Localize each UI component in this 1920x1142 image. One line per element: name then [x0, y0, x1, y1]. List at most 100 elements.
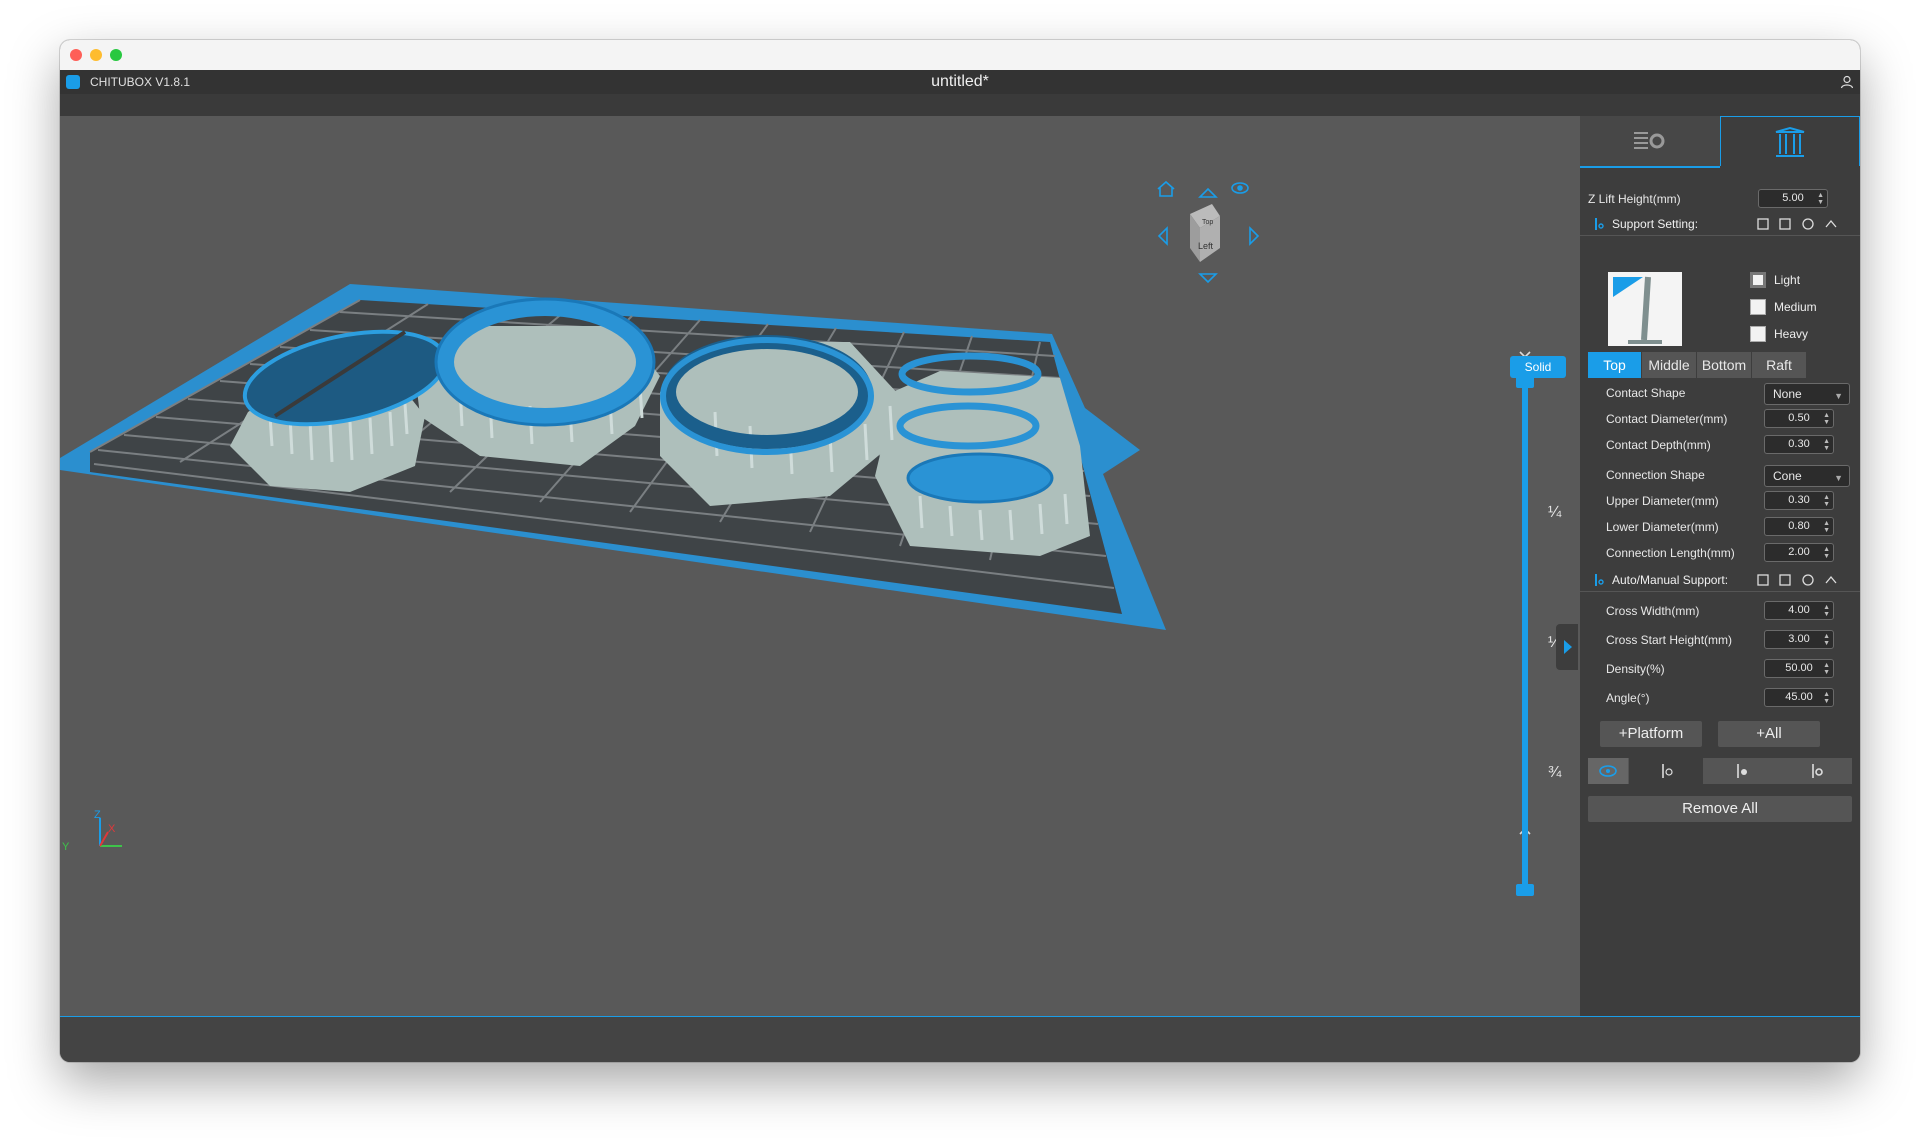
tab-middle[interactable]: Middle — [1642, 352, 1696, 378]
home-icon — [1157, 180, 1175, 197]
remove-all-button[interactable]: Remove All — [1588, 796, 1852, 822]
layer-slider-track[interactable] — [1522, 381, 1528, 891]
upper-diameter-input[interactable]: 0.30 ▲ ▼ — [1764, 491, 1834, 510]
rotate-up-icon — [1198, 187, 1218, 198]
support-mode-toolbar — [1588, 758, 1852, 784]
layer-slider-bottom-handle[interactable] — [1516, 884, 1534, 896]
upper-diameter-row: Upper Diameter(mm) 0.30 ▲ ▼ — [1580, 490, 1860, 512]
stepper-icon[interactable]: ▲ ▼ — [1823, 546, 1830, 560]
zoom-window-button[interactable] — [110, 49, 122, 61]
stepper-icon[interactable]: ▲ ▼ — [1817, 192, 1824, 206]
contact-diameter-label: Contact Diameter(mm) — [1606, 412, 1728, 426]
lower-diameter-value: 0.80 — [1788, 520, 1810, 532]
contact-depth-value: 0.30 — [1788, 438, 1810, 450]
tab-settings[interactable] — [1580, 116, 1720, 168]
stepper-icon[interactable]: ▲ ▼ — [1823, 633, 1830, 647]
support-setting-title: Support Setting: — [1612, 217, 1699, 231]
density-value: 50.00 — [1785, 662, 1813, 674]
connection-shape-select[interactable]: Cone ▼ — [1764, 465, 1850, 487]
svg-text:X: X — [108, 823, 116, 835]
preset-light-checkbox[interactable] — [1750, 272, 1766, 288]
panel-collapse-toggle[interactable] — [1556, 624, 1578, 670]
support-columns-icon — [1775, 126, 1805, 157]
support-preview-icon — [1613, 276, 1662, 344]
stepper-icon[interactable]: ▲ ▼ — [1823, 494, 1830, 508]
rotate-down-icon — [1198, 273, 1218, 284]
density-input[interactable]: 50.00 ▲ ▼ — [1764, 659, 1834, 678]
z-lift-input[interactable]: 5.00 ▲ ▼ — [1758, 189, 1828, 208]
tab-support[interactable] — [1720, 116, 1860, 166]
collapse-up-icon — [1825, 575, 1837, 584]
cross-width-input[interactable]: 4.00 ▲ ▼ — [1764, 601, 1834, 620]
user-icon[interactable] — [1840, 75, 1854, 89]
lower-diameter-label: Lower Diameter(mm) — [1606, 520, 1719, 534]
remove-support-mode-button[interactable] — [1704, 758, 1778, 784]
stepper-icon[interactable]: ▲ ▼ — [1823, 438, 1830, 452]
support-preview-image — [1608, 272, 1682, 346]
support-setting-actions[interactable] — [1756, 216, 1846, 232]
build-plate-scene[interactable]: Left Top Z Y X — [60, 116, 1580, 1016]
preset-medium-checkbox[interactable] — [1750, 299, 1766, 315]
support-setting-icon — [1595, 218, 1604, 230]
tab-bottom[interactable]: Bottom — [1697, 352, 1751, 378]
angle-input[interactable]: 45.00 ▲ ▼ — [1764, 688, 1834, 707]
cross-start-height-input[interactable]: 3.00 ▲ ▼ — [1764, 630, 1834, 649]
add-platform-support-button[interactable]: +Platform — [1600, 721, 1702, 747]
contact-diameter-input[interactable]: 0.50 ▲ ▼ — [1764, 409, 1834, 428]
slider-mark-three-quarter: ¾ — [1548, 764, 1562, 781]
export-icon — [1779, 574, 1791, 586]
contact-diameter-value: 0.50 — [1788, 412, 1810, 424]
minimize-window-button[interactable] — [90, 49, 102, 61]
collapse-up-icon — [1825, 219, 1837, 228]
layer-slider-top-handle[interactable] — [1516, 376, 1534, 388]
window-titlebar — [60, 40, 1860, 70]
3d-viewport[interactable]: Left Top Z Y X Solid ¼ ½ ¾ — [60, 116, 1580, 1016]
reset-icon — [1802, 218, 1814, 230]
connection-length-value: 2.00 — [1788, 546, 1810, 558]
stepper-icon[interactable]: ▲ ▼ — [1823, 604, 1830, 618]
edit-support-mode-button[interactable] — [1779, 758, 1852, 784]
cross-width-label: Cross Width(mm) — [1606, 604, 1700, 618]
app-window: CHITUBOX V1.8.1 untitled* Left Top Z Y X… — [60, 40, 1860, 1062]
contact-diameter-row: Contact Diameter(mm) 0.50 ▲ ▼ — [1580, 408, 1860, 430]
z-lift-value: 5.00 — [1782, 192, 1804, 204]
contact-depth-input[interactable]: 0.30 ▲ ▼ — [1764, 435, 1834, 454]
cross-width-row: Cross Width(mm) 4.00 ▲ ▼ — [1580, 600, 1860, 622]
support-setting-header: Support Setting: — [1580, 212, 1860, 236]
tab-raft[interactable]: Raft — [1752, 352, 1806, 378]
cross-width-value: 4.00 — [1788, 604, 1810, 616]
auto-manual-actions[interactable] — [1756, 572, 1846, 588]
cross-start-height-label: Cross Start Height(mm) — [1606, 633, 1733, 647]
contact-shape-select[interactable]: None ▼ — [1764, 383, 1850, 405]
stepper-icon[interactable]: ▲ ▼ — [1823, 412, 1830, 426]
contact-depth-row: Contact Depth(mm) 0.30 ▲ ▼ — [1580, 434, 1860, 456]
stepper-icon[interactable]: ▲ ▼ — [1823, 691, 1830, 705]
auto-manual-header: Auto/Manual Support: — [1580, 568, 1860, 592]
settings-list-icon — [1634, 132, 1665, 149]
document-title: untitled* — [931, 73, 989, 90]
import-icon — [1757, 574, 1769, 586]
render-mode-button[interactable]: Solid — [1510, 356, 1566, 378]
add-all-support-button[interactable]: +All — [1718, 721, 1820, 747]
connection-length-input[interactable]: 2.00 ▲ ▼ — [1764, 543, 1834, 562]
slider-mark-quarter: ¼ — [1548, 504, 1562, 521]
stepper-icon[interactable]: ▲ ▼ — [1823, 662, 1830, 676]
add-support-mode-button[interactable] — [1629, 758, 1703, 784]
contact-shape-value: None — [1773, 387, 1802, 401]
support-remove-icon — [1737, 764, 1747, 778]
preset-heavy-checkbox[interactable] — [1750, 326, 1766, 342]
lower-diameter-input[interactable]: 0.80 ▲ ▼ — [1764, 517, 1834, 536]
z-lift-label: Z Lift Height(mm) — [1588, 192, 1681, 206]
tab-top[interactable]: Top — [1588, 352, 1641, 378]
show-supports-button[interactable] — [1588, 758, 1628, 784]
close-window-button[interactable] — [70, 49, 82, 61]
axis-gizmo: Z Y X — [62, 809, 122, 853]
preset-light-label: Light — [1774, 273, 1801, 287]
stepper-icon[interactable]: ▲ ▼ — [1823, 520, 1830, 534]
view-cube-face-label: Left — [1198, 241, 1214, 251]
connection-length-row: Connection Length(mm) 2.00 ▲ ▼ — [1580, 542, 1860, 564]
z-lift-row: Z Lift Height(mm) 5.00 ▲ ▼ — [1580, 188, 1860, 210]
upper-diameter-label: Upper Diameter(mm) — [1606, 494, 1719, 508]
connection-length-label: Connection Length(mm) — [1606, 546, 1735, 560]
view-cube[interactable]: Left Top — [1190, 204, 1220, 262]
